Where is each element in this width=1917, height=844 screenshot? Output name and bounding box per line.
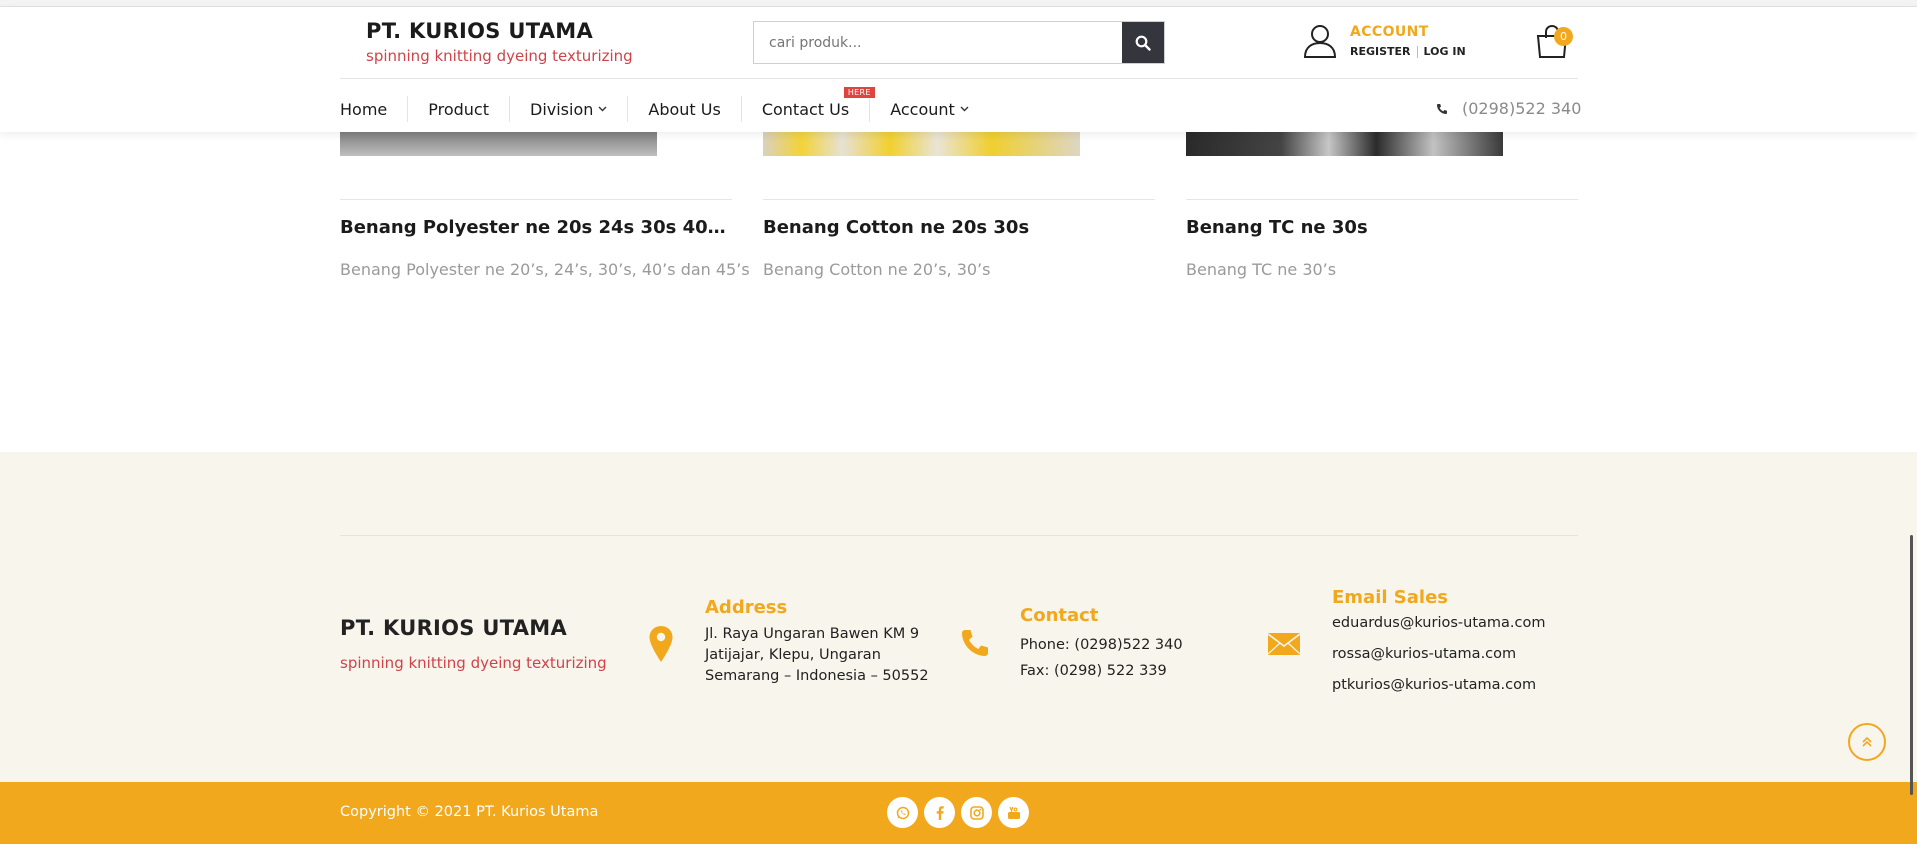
product-description: Benang Polyester ne 20’s, 24’s, 30’s, 40… <box>340 260 750 279</box>
nav-separator <box>740 96 742 122</box>
nav-label: Account <box>890 99 955 119</box>
nav-separator <box>869 96 871 122</box>
search-form <box>753 21 1165 64</box>
search-icon <box>1135 35 1151 51</box>
product-card[interactable]: Benang TC ne 30s Benang TC ne 30’s <box>1186 132 1578 279</box>
phone-icon <box>962 630 988 656</box>
product-divider <box>340 199 732 200</box>
contact-fax: Fax: (0298) 522 339 <box>1020 663 1167 679</box>
product-card[interactable]: Benang Cotton ne 20s 30s Benang Cotton n… <box>763 132 1155 279</box>
product-divider <box>763 199 1155 200</box>
product-description: Benang TC ne 30’s <box>1186 260 1337 279</box>
nav-label: Contact Us <box>761 99 850 119</box>
address-line: Jl. Raya Ungaran Bawen KM 9 <box>705 626 920 642</box>
footer-contact: Contact Phone: (0298)522 340 Fax: (0298)… <box>1020 605 1183 684</box>
register-link[interactable]: REGISTER <box>1350 45 1411 58</box>
social-links <box>887 797 1035 828</box>
brand-name: PT. KURIOS UTAMA <box>366 19 593 43</box>
youtube-icon[interactable] <box>998 797 1029 828</box>
top-border <box>0 0 1917 7</box>
phone-icon <box>1437 103 1447 114</box>
footer-brand-tagline: spinning knitting dyeing texturizing <box>340 654 607 672</box>
cart-count-badge: 0 <box>1554 27 1573 46</box>
footer-brand: PT. KURIOS UTAMA spinning knitting dyein… <box>340 616 607 672</box>
nav-separator <box>627 96 629 122</box>
header-phone[interactable]: (0298)522 340 <box>1436 99 1581 118</box>
envelope-icon <box>1268 633 1300 655</box>
page-scrollbar[interactable] <box>1910 535 1913 795</box>
nav-division[interactable]: Division <box>530 95 607 123</box>
nav-home[interactable]: Home <box>340 95 387 123</box>
copyright: Copyright © 2021 PT. Kurios Utama <box>340 804 599 820</box>
product-title[interactable]: Benang TC ne 30s <box>1186 217 1578 238</box>
login-link[interactable]: LOG IN <box>1424 45 1466 58</box>
footer-address: Address Jl. Raya Ungaran Bawen KM 9 Jati… <box>705 597 929 687</box>
nav-separator <box>407 96 409 122</box>
account-title[interactable]: ACCOUNT <box>1350 24 1466 40</box>
whatsapp-icon[interactable] <box>887 797 918 828</box>
account-area: ACCOUNT REGISTER LOG IN <box>1302 23 1466 59</box>
double-chevron-up-icon <box>1862 736 1872 747</box>
header-divider <box>340 78 1578 79</box>
nav-label: Home <box>340 99 388 119</box>
product-title[interactable]: Benang Polyester ne 20s 24s 30s 40s dan … <box>340 217 732 238</box>
location-pin-icon <box>649 626 673 662</box>
nav-label: About Us <box>648 99 721 119</box>
instagram-icon[interactable] <box>961 797 992 828</box>
nav-label: Product <box>428 99 489 119</box>
product-description: Benang Cotton ne 20’s, 30’s <box>763 260 991 279</box>
chevron-down-icon <box>598 106 607 112</box>
product-list: Benang Polyester ne 20s 24s 30s 40s dan … <box>0 132 1917 452</box>
product-image[interactable] <box>340 132 657 156</box>
product-divider <box>1186 199 1578 200</box>
footer-brand-name: PT. KURIOS UTAMA <box>340 616 567 640</box>
nav-product[interactable]: Product <box>428 95 489 123</box>
chevron-down-icon <box>960 106 969 112</box>
search-button[interactable] <box>1122 22 1164 63</box>
product-title[interactable]: Benang Cotton ne 20s 30s <box>763 217 1155 238</box>
nav-about[interactable]: About Us <box>648 95 720 123</box>
address-line: Semarang – Indonesia – 50552 <box>705 668 929 684</box>
address-line: Jatijajar, Klepu, Ungaran <box>705 647 881 663</box>
phone-number: (0298)522 340 <box>1462 99 1582 118</box>
search-input[interactable] <box>754 22 1122 63</box>
address-heading: Address <box>705 597 788 618</box>
brand[interactable]: PT. KURIOS UTAMA spinning knitting dyein… <box>366 19 633 65</box>
nav-separator <box>509 96 510 122</box>
contact-phone[interactable]: Phone: (0298)522 340 <box>1020 632 1183 658</box>
product-image[interactable] <box>1186 132 1503 156</box>
link-separator <box>1416 45 1418 58</box>
email-link[interactable]: eduardus@kurios-utama.com <box>1332 608 1546 639</box>
footer-bottom-bar: Copyright © 2021 PT. Kurios Utama <box>0 782 1917 844</box>
nav-contact[interactable]: Contact Us HERE <box>761 87 875 123</box>
email-heading: Email Sales <box>1332 587 1449 608</box>
footer-email: Email Sales eduardus@kurios-utama.com ro… <box>1332 587 1546 701</box>
footer-divider <box>340 535 1578 536</box>
email-link[interactable]: rossa@kurios-utama.com <box>1332 639 1546 670</box>
facebook-icon[interactable] <box>924 797 955 828</box>
here-badge: HERE <box>843 87 875 98</box>
site-footer: PT. KURIOS UTAMA spinning knitting dyein… <box>0 452 1917 782</box>
brand-tagline: spinning knitting dyeing texturizing <box>366 47 633 65</box>
product-image[interactable] <box>763 132 1080 156</box>
product-card[interactable]: Benang Polyester ne 20s 24s 30s 40s dan … <box>340 132 750 279</box>
contact-heading: Contact <box>1020 605 1099 626</box>
nav-label: Division <box>530 99 594 119</box>
user-icon[interactable] <box>1302 23 1338 59</box>
cart-button[interactable]: 0 <box>1534 23 1573 63</box>
main-nav: Home Product Division About Us Contact U… <box>340 87 969 129</box>
site-header: PT. KURIOS UTAMA spinning knitting dyein… <box>0 7 1917 132</box>
nav-account[interactable]: Account <box>890 95 969 123</box>
email-link[interactable]: ptkurios@kurios-utama.com <box>1332 670 1546 701</box>
back-to-top-button[interactable] <box>1848 723 1886 761</box>
